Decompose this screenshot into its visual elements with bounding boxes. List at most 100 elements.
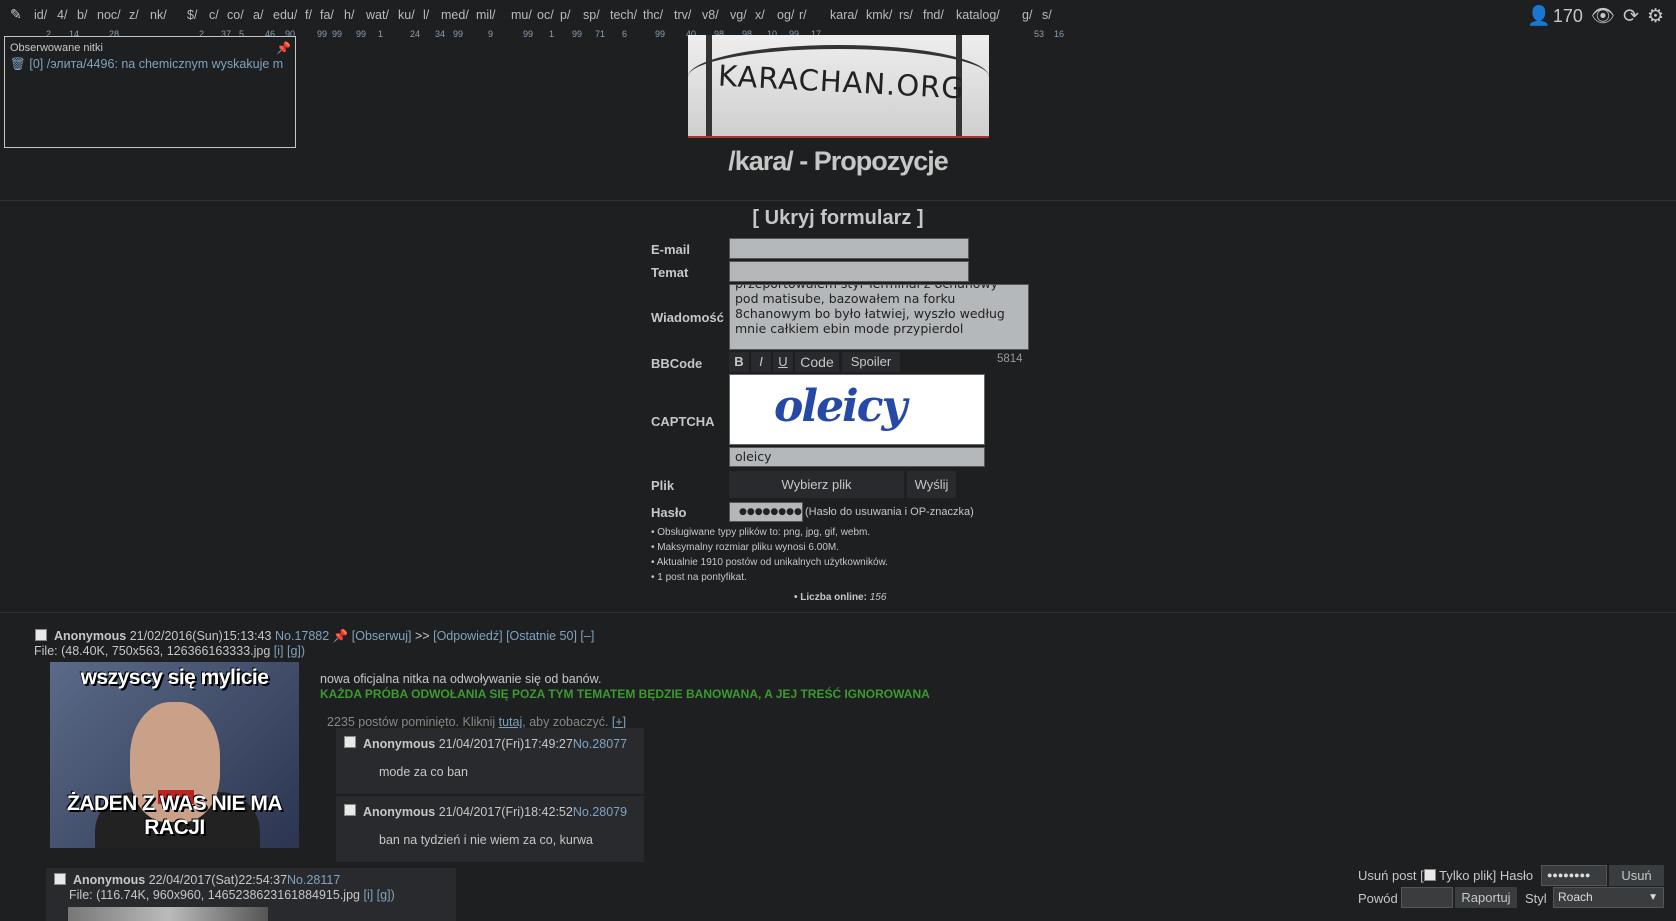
board-link[interactable]: fa/ xyxy=(320,8,334,22)
style-select[interactable]: Roach ▼ xyxy=(1553,887,1664,908)
board-link[interactable]: mil/ xyxy=(476,8,495,22)
reply-text: mode za co ban xyxy=(379,765,468,779)
last50-link[interactable]: [Ostatnie 50] xyxy=(506,629,577,643)
gear-icon[interactable]: ⚙ xyxy=(1647,5,1664,28)
board-link[interactable]: med/ xyxy=(441,8,469,22)
board-link[interactable]: ku/ xyxy=(398,8,415,22)
board-link[interactable]: wat/ xyxy=(366,8,389,22)
watch-link[interactable]: [Obserwuj] xyxy=(352,629,412,643)
board-link[interactable]: katalog/ xyxy=(956,8,1000,22)
trash-icon[interactable]: 🗑 xyxy=(10,57,26,71)
captcha-label: CAPTCHA xyxy=(651,414,715,429)
send-button[interactable]: Wyślij xyxy=(907,471,956,498)
post-number[interactable]: No.28079 xyxy=(573,805,627,819)
delete-password-field[interactable]: ●●●●●●●● xyxy=(1541,865,1607,886)
omitted-link[interactable]: tutaj xyxy=(499,715,523,729)
op-image[interactable]: wszyscy się mylicie ŻADEN Z WAS NIE MA R… xyxy=(50,662,299,848)
expand-link[interactable]: [+] xyxy=(612,715,626,729)
board-link[interactable]: $/ xyxy=(187,8,197,22)
board-link[interactable]: f/ xyxy=(305,8,312,22)
captcha-input[interactable]: oleicy xyxy=(729,447,985,467)
rule-item: • Aktualnie 1910 postów od unikalnych uż… xyxy=(651,557,888,568)
post-checkbox[interactable] xyxy=(344,804,356,816)
board-link[interactable]: trv/ xyxy=(674,8,691,22)
board-link[interactable]: mu/ xyxy=(511,8,532,22)
board-link[interactable]: b/ xyxy=(77,8,87,22)
board-link[interactable]: vg/ xyxy=(730,8,747,22)
board-banner[interactable]: KARACHAN.ORG xyxy=(688,35,989,138)
board-link[interactable]: id/ xyxy=(34,8,47,22)
bold-button[interactable]: B xyxy=(729,352,749,372)
board-link[interactable]: g/ xyxy=(1022,8,1032,22)
watched-title: Obserwowane nitki xyxy=(10,42,103,54)
thread2-image[interactable] xyxy=(68,907,268,921)
refresh-icon[interactable]: ⟳ xyxy=(1623,5,1639,28)
board-link[interactable]: a/ xyxy=(253,8,263,22)
board-link[interactable]: r/ xyxy=(799,8,807,22)
board-link[interactable]: rs/ xyxy=(899,8,913,22)
board-link[interactable]: og/ xyxy=(777,8,794,22)
board-link[interactable]: noc/ xyxy=(97,8,121,22)
board-link[interactable]: edu/ xyxy=(273,8,297,22)
watched-thread-link[interactable]: [0] /элита/4496: na chemicznym wyskakuje… xyxy=(29,57,283,71)
board-link[interactable]: s/ xyxy=(1042,8,1052,22)
report-button[interactable]: Raportuj xyxy=(1455,887,1517,908)
post-checkbox[interactable] xyxy=(35,629,47,641)
board-link[interactable]: kara/ xyxy=(830,8,858,22)
board-link[interactable]: nk/ xyxy=(150,8,167,22)
choose-file-button[interactable]: Wybierz plik xyxy=(729,471,904,498)
eye-icon[interactable]: 👁 xyxy=(1591,4,1615,28)
underline-button[interactable]: U xyxy=(773,352,793,372)
file-links[interactable]: [i] [g]) xyxy=(363,888,394,902)
home-icon[interactable]: ✎ xyxy=(10,6,22,23)
board-link[interactable]: thc/ xyxy=(643,8,663,22)
board-post-count: 99 xyxy=(655,29,666,39)
board-link[interactable]: 4/ xyxy=(57,8,67,22)
post-checkbox[interactable] xyxy=(344,736,356,748)
watched-thread-item[interactable]: 🗑 [0] /элита/4496: na chemicznym wyskaku… xyxy=(10,57,290,72)
code-button[interactable]: Code xyxy=(795,352,839,372)
email-field[interactable] xyxy=(729,238,969,259)
board-link[interactable]: p/ xyxy=(560,8,570,22)
board-link[interactable]: h/ xyxy=(344,8,354,22)
board-link[interactable]: sp/ xyxy=(583,8,600,22)
board-link[interactable]: z/ xyxy=(129,8,139,22)
board-link[interactable]: v8/ xyxy=(702,8,719,22)
captcha-image[interactable]: oleicy xyxy=(729,374,985,445)
board-post-count: 99 xyxy=(332,29,343,39)
top-navigation: ✎ id/2 4/14 b/noc/28 z/nk/$/2 c/37 co/5 a/46 ed… xyxy=(0,0,1676,40)
board-link[interactable]: fnd/ xyxy=(923,8,944,22)
subject-field[interactable] xyxy=(729,261,969,282)
board-link[interactable]: oc/ xyxy=(537,8,554,22)
message-textarea[interactable]: przeportowałem styl Terminal z 8chanowy … xyxy=(729,284,1029,350)
hide-form-toggle[interactable]: [ Ukryj formularz ] xyxy=(0,207,1676,230)
spoiler-button[interactable]: Spoiler xyxy=(842,352,900,372)
post-number[interactable]: No.28117 xyxy=(287,873,340,887)
post-number[interactable]: No.17882 xyxy=(275,629,329,643)
file-links[interactable]: [i] [g]) xyxy=(274,644,305,658)
delete-label: Usuń post [ xyxy=(1358,868,1424,883)
board-link[interactable]: tech/ xyxy=(610,8,637,22)
post-checkbox[interactable] xyxy=(54,873,66,885)
pin-icon[interactable]: 📌 xyxy=(276,41,291,55)
password-field[interactable]: ●●●●●●●● xyxy=(729,502,803,522)
thread2-header: Anonymous 22/04/2017(Sat)22:54:37No.2811… xyxy=(73,873,340,887)
file-only-checkbox[interactable] xyxy=(1423,869,1436,881)
board-link[interactable]: co/ xyxy=(227,8,244,22)
board-link[interactable]: l/ xyxy=(423,8,429,22)
delete-form: Usuń post [ Tylko plik] Hasło xyxy=(1358,868,1533,883)
hide-thread-link[interactable]: [–] xyxy=(580,629,594,643)
board-link[interactable]: c/ xyxy=(209,8,219,22)
reply-header: Anonymous 21/04/2017(Fri)18:42:52No.2807… xyxy=(363,805,627,819)
post-number[interactable]: No.28077 xyxy=(573,737,627,751)
captcha-image-text: oleicy xyxy=(774,381,907,432)
board-link[interactable]: x/ xyxy=(755,8,765,22)
reason-field[interactable] xyxy=(1401,887,1453,908)
board-link[interactable]: kmk/ xyxy=(866,8,892,22)
delete-button[interactable]: Usuń xyxy=(1609,865,1664,886)
user-icon: 👤 xyxy=(1527,6,1551,27)
board-post-count: 99 xyxy=(453,29,464,39)
chevron-down-icon: ▼ xyxy=(1648,892,1658,903)
reply-link[interactable]: [Odpowiedź] xyxy=(433,629,502,643)
italic-button[interactable]: I xyxy=(751,352,771,372)
